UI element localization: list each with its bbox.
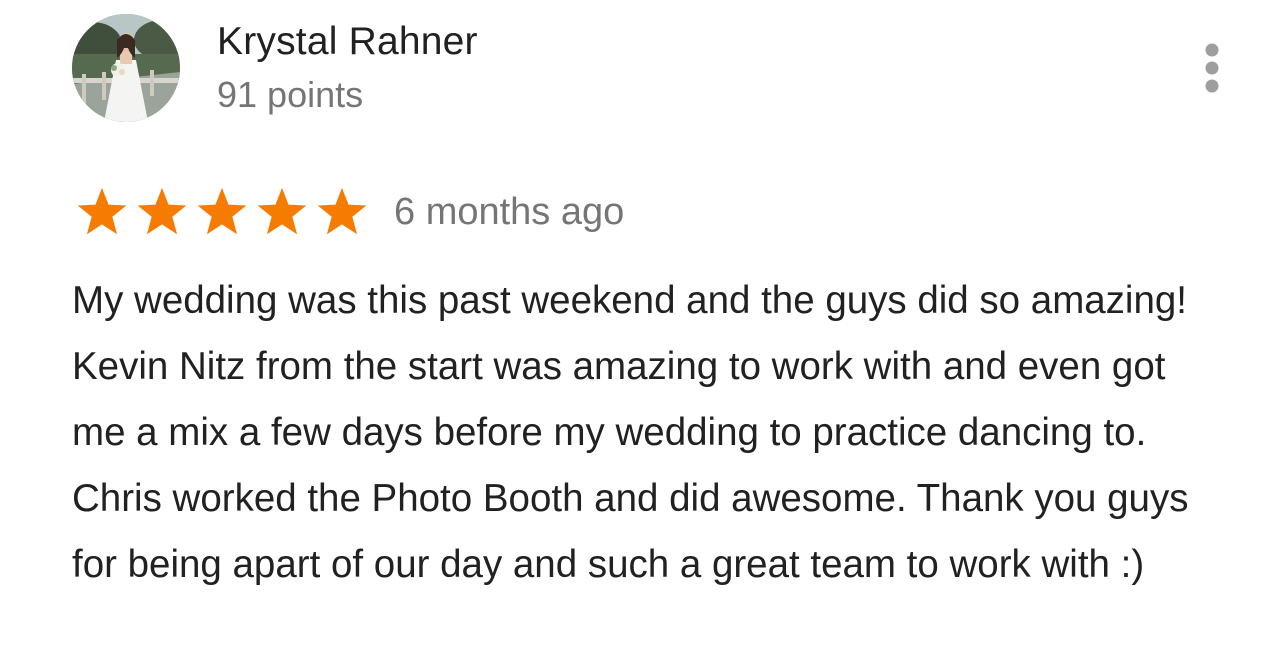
avatar-photo — [72, 14, 180, 122]
review-text: My wedding was this past weekend and the… — [72, 279, 1189, 586]
star-filled-icon — [252, 187, 312, 236]
star-filled-icon — [192, 187, 252, 236]
review-date: 6 months ago — [394, 191, 625, 233]
review-card: Krystal Rahner 91 points 6 months ago My… — [0, 0, 1284, 671]
star-rating — [72, 187, 372, 236]
reviewer-name[interactable]: Krystal Rahner — [217, 20, 478, 64]
reviewer-avatar[interactable] — [72, 14, 180, 122]
star-filled-icon — [72, 187, 132, 236]
star-filled-icon — [132, 187, 192, 236]
rating-row: 6 months ago — [72, 187, 625, 236]
more-options-button[interactable] — [1186, 38, 1238, 98]
reviewer-points: 91 points — [217, 74, 364, 115]
star-filled-icon — [312, 187, 372, 236]
more-vert-icon — [1205, 43, 1219, 93]
